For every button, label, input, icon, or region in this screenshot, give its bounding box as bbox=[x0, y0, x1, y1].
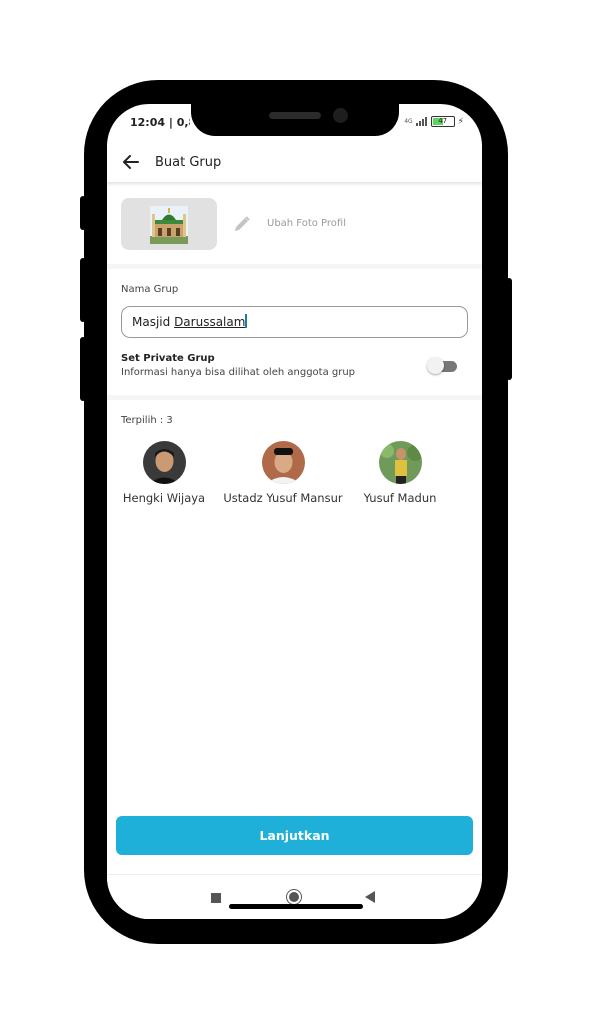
selected-count-label: Terpilih : 3 bbox=[121, 415, 173, 426]
member-item[interactable]: Ustadz Yusuf Mansur bbox=[219, 441, 347, 505]
member-name: Yusuf Madun bbox=[363, 491, 437, 505]
continue-button[interactable]: Lanjutkan bbox=[116, 816, 473, 855]
member-item[interactable]: Hengki Wijaya bbox=[121, 441, 207, 505]
avatar bbox=[142, 441, 186, 484]
divider bbox=[107, 264, 482, 269]
signal-icon: 4G bbox=[404, 118, 413, 125]
group-name-value-part: Masjid bbox=[132, 315, 175, 329]
status-icons: 4G 47 ⚡ bbox=[404, 116, 464, 127]
nav-back-icon[interactable] bbox=[365, 891, 375, 903]
side-button-left-1 bbox=[80, 196, 86, 230]
front-camera bbox=[333, 108, 348, 123]
toggle-knob bbox=[427, 357, 444, 374]
page-title: Buat Grup bbox=[155, 155, 222, 170]
charging-icon: ⚡ bbox=[457, 116, 464, 127]
avatar bbox=[378, 441, 422, 484]
avatar bbox=[261, 441, 305, 484]
signal-bars-icon bbox=[415, 117, 427, 126]
member-name: Hengki Wijaya bbox=[122, 491, 206, 505]
battery-icon: 47 bbox=[430, 116, 455, 127]
group-photo[interactable] bbox=[121, 198, 217, 250]
battery-level: 47 bbox=[438, 117, 448, 125]
system-nav-bar bbox=[107, 874, 482, 919]
speaker bbox=[269, 112, 321, 119]
member-item[interactable]: Yusuf Madun bbox=[357, 441, 443, 505]
group-name-value-underlined: Darussalam bbox=[174, 315, 246, 329]
side-button-left-2 bbox=[80, 258, 86, 322]
app-bar: Buat Grup bbox=[107, 144, 482, 182]
group-name-value: Masjid Darussalam bbox=[132, 314, 248, 329]
mosque-image bbox=[150, 206, 188, 244]
private-group-description: Informasi hanya bisa dilihat oleh anggot… bbox=[121, 367, 356, 378]
pencil-icon[interactable] bbox=[233, 215, 251, 233]
back-arrow-icon[interactable] bbox=[121, 152, 141, 172]
change-photo-link[interactable]: Ubah Foto Profil bbox=[267, 218, 346, 229]
text-caret bbox=[245, 314, 248, 328]
side-button-left-3 bbox=[80, 337, 86, 401]
group-name-label: Nama Grup bbox=[121, 284, 179, 295]
home-indicator[interactable] bbox=[229, 904, 363, 909]
status-time: 12:04 | 0,8K bbox=[130, 116, 190, 129]
private-group-toggle[interactable] bbox=[427, 357, 457, 374]
recent-apps-icon[interactable] bbox=[211, 893, 221, 903]
side-button-right bbox=[506, 278, 512, 380]
private-group-title: Set Private Grup bbox=[121, 353, 215, 364]
member-name: Ustadz Yusuf Mansur bbox=[223, 491, 343, 505]
home-icon[interactable] bbox=[286, 889, 302, 905]
notch bbox=[191, 104, 399, 136]
divider bbox=[107, 395, 482, 400]
group-name-input[interactable]: Masjid Darussalam bbox=[121, 306, 468, 338]
app-screen: 12:04 | 0,8K 4G 47 ⚡ Buat Grup bbox=[107, 104, 482, 919]
